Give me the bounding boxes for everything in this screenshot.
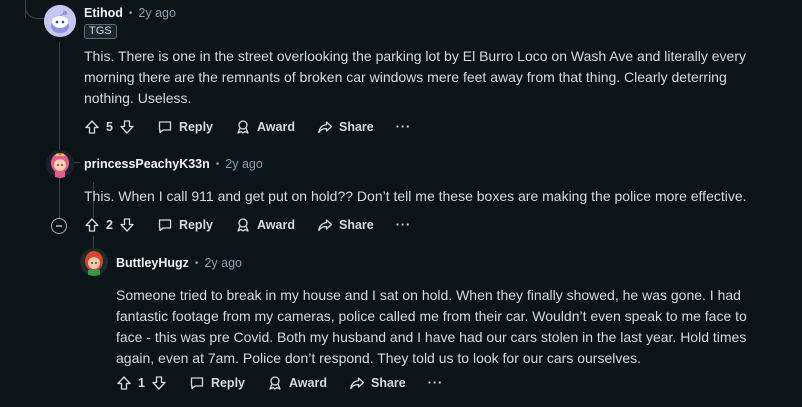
reply-label: Reply	[178, 218, 213, 232]
upvote-icon[interactable]	[84, 217, 100, 233]
vote-count: 2	[106, 218, 113, 232]
username[interactable]: ButtleyHugz	[116, 256, 189, 270]
comment-body: Someone tried to break in my house and I…	[116, 287, 747, 366]
comment-meta: ButtleyHugz • 2y ago	[116, 256, 242, 270]
username[interactable]: Etihod	[84, 6, 123, 20]
vote-group: 2	[84, 217, 135, 233]
separator: •	[128, 7, 133, 19]
avatar[interactable]	[80, 248, 108, 276]
comment-meta: princessPeachyK33n • 2y ago	[84, 157, 263, 171]
minus-icon	[56, 225, 62, 227]
more-options-button[interactable]: ···	[428, 376, 444, 390]
share-icon	[317, 217, 333, 233]
downvote-icon[interactable]	[119, 217, 135, 233]
vote-group: 5	[84, 119, 135, 135]
vote-count: 5	[106, 120, 113, 134]
snoo-avatar-icon	[44, 5, 76, 37]
downvote-icon[interactable]	[119, 119, 135, 135]
timestamp[interactable]: 2y ago	[225, 157, 263, 171]
separator: •	[215, 158, 220, 170]
comment-bubble-icon	[157, 217, 173, 233]
award-icon	[267, 375, 283, 391]
downvote-icon[interactable]	[151, 375, 167, 391]
vote-count: 1	[138, 376, 145, 390]
collapse-thread-button[interactable]	[51, 218, 67, 234]
comment-bubble-icon	[189, 375, 205, 391]
share-icon	[317, 119, 333, 135]
award-button[interactable]: Award	[235, 119, 295, 135]
upvote-icon[interactable]	[116, 375, 132, 391]
comment-actions: 2 Reply Award Share ···	[84, 217, 411, 233]
username[interactable]: princessPeachyK33n	[84, 157, 210, 171]
thread-connector	[25, 0, 44, 19]
comment-actions: 5 Reply Award Share ···	[84, 119, 411, 135]
award-button[interactable]: Award	[235, 217, 295, 233]
award-icon	[235, 217, 251, 233]
reply-button[interactable]: Reply	[157, 217, 213, 233]
comment-body: This. There is one in the street overloo…	[84, 48, 746, 106]
timestamp[interactable]: 2y ago	[138, 6, 176, 20]
award-label: Award	[257, 218, 295, 232]
reply-label: Reply	[210, 376, 245, 390]
princess-avatar-icon	[46, 150, 74, 178]
comment-actions: 1 Reply Award Share ···	[116, 375, 443, 391]
share-button[interactable]: Share	[317, 119, 374, 135]
thread-line	[59, 42, 60, 156]
award-label: Award	[257, 120, 295, 134]
share-button[interactable]: Share	[317, 217, 374, 233]
separator: •	[194, 257, 199, 269]
avatar[interactable]	[44, 5, 76, 37]
buttley-avatar-icon	[80, 248, 108, 276]
timestamp[interactable]: 2y ago	[204, 256, 242, 270]
user-flair: TGS	[84, 24, 117, 39]
reply-label: Reply	[178, 120, 213, 134]
share-icon	[349, 375, 365, 391]
more-options-button[interactable]: ···	[396, 120, 412, 134]
reply-button[interactable]: Reply	[157, 119, 213, 135]
comment-bubble-icon	[157, 119, 173, 135]
award-button[interactable]: Award	[267, 375, 327, 391]
more-options-button[interactable]: ···	[396, 218, 412, 232]
upvote-icon[interactable]	[84, 119, 100, 135]
comment-meta: Etihod • 2y ago	[84, 6, 176, 20]
award-icon	[235, 119, 251, 135]
share-button[interactable]: Share	[349, 375, 406, 391]
share-label: Share	[338, 120, 374, 134]
share-label: Share	[338, 218, 374, 232]
vote-group: 1	[116, 375, 167, 391]
comment-body: This. When I call 911 and get put on hol…	[84, 188, 747, 204]
share-label: Share	[370, 376, 406, 390]
award-label: Award	[289, 376, 327, 390]
avatar[interactable]	[46, 150, 74, 178]
reply-button[interactable]: Reply	[189, 375, 245, 391]
